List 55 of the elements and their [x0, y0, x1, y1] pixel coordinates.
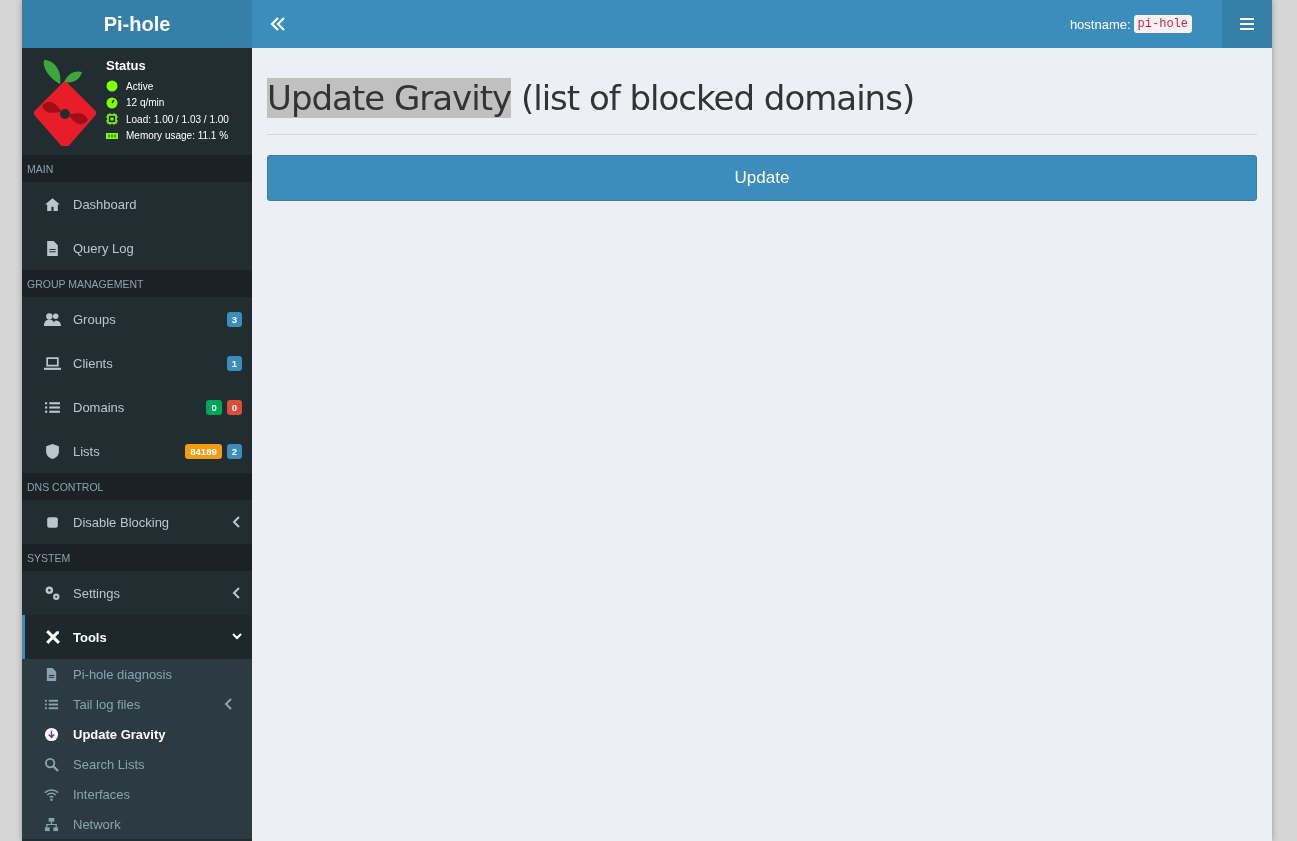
nav-subitem[interactable]: Update Gravity	[22, 719, 252, 749]
section-header: MAIN	[22, 155, 252, 182]
users-icon	[44, 310, 61, 328]
update-button[interactable]: Update	[267, 155, 1257, 201]
status-text: 12 q/min	[126, 97, 165, 109]
nav-item[interactable]: Query Log	[22, 226, 252, 270]
chevron-icon	[232, 516, 242, 528]
page-title: Update Gravity (list of blocked domains)	[267, 78, 1257, 135]
menu-button[interactable]	[1222, 0, 1272, 48]
nav-item[interactable]: Tools	[22, 615, 252, 659]
network-icon	[44, 816, 59, 832]
home-icon	[44, 195, 61, 213]
chevron-icon	[232, 587, 242, 599]
section-header: SYSTEM	[22, 544, 252, 571]
nav-subitem[interactable]: Search Lists	[22, 749, 252, 779]
nav-subitem[interactable]: Tail log files	[22, 689, 252, 719]
nav-item[interactable]: Disable Blocking	[22, 500, 252, 544]
menu-icon	[1240, 18, 1254, 30]
nav-item[interactable]: Domains 0 0	[22, 385, 252, 429]
hostname-value: pi-hole	[1133, 15, 1192, 33]
collapse-sidebar-icon[interactable]	[269, 16, 287, 32]
download-icon	[44, 726, 59, 742]
gears-icon	[44, 584, 61, 602]
laptop-icon	[44, 354, 61, 372]
status-text: Load: 1.00 / 1.03 / 1.00	[126, 113, 229, 125]
document-icon	[44, 666, 59, 682]
nav-item[interactable]: Settings	[22, 571, 252, 615]
status-text: Active	[126, 80, 154, 92]
nav-item[interactable]: Clients 1	[22, 341, 252, 385]
nav-subitem[interactable]: Network	[22, 809, 252, 839]
count-badge: 0	[226, 399, 242, 415]
nav-item[interactable]: Dashboard	[22, 182, 252, 226]
tools-icon	[44, 628, 61, 646]
count-badge: 0	[206, 399, 222, 415]
nav-item[interactable]: Groups 3	[22, 297, 252, 341]
status-text: Memory usage: 11.1 %	[126, 130, 229, 142]
hostname-label: hostname:	[1069, 16, 1131, 32]
section-header: DNS CONTROL	[22, 473, 252, 500]
count-badge: 2	[226, 443, 242, 459]
wifi-icon	[44, 786, 59, 802]
count-badge: 84189	[185, 443, 222, 459]
brand-logo-text[interactable]: Pi-hole	[22, 0, 252, 48]
gauge-icon	[106, 96, 118, 109]
section-header: GROUP MANAGEMENT	[22, 270, 252, 297]
document-icon	[44, 239, 61, 257]
status-title: Status	[106, 58, 147, 73]
status-dot-icon	[106, 80, 118, 93]
count-badge: 1	[226, 355, 242, 371]
nav-subitem[interactable]: Pi-hole diagnosis	[22, 659, 252, 689]
nav-subitem[interactable]: Interfaces	[22, 779, 252, 809]
cpu-icon	[106, 113, 118, 126]
shield-icon	[44, 442, 61, 460]
count-badge: 3	[226, 311, 242, 327]
search-icon	[44, 756, 59, 772]
nav-item[interactable]: Lists 84189 2	[22, 429, 252, 473]
